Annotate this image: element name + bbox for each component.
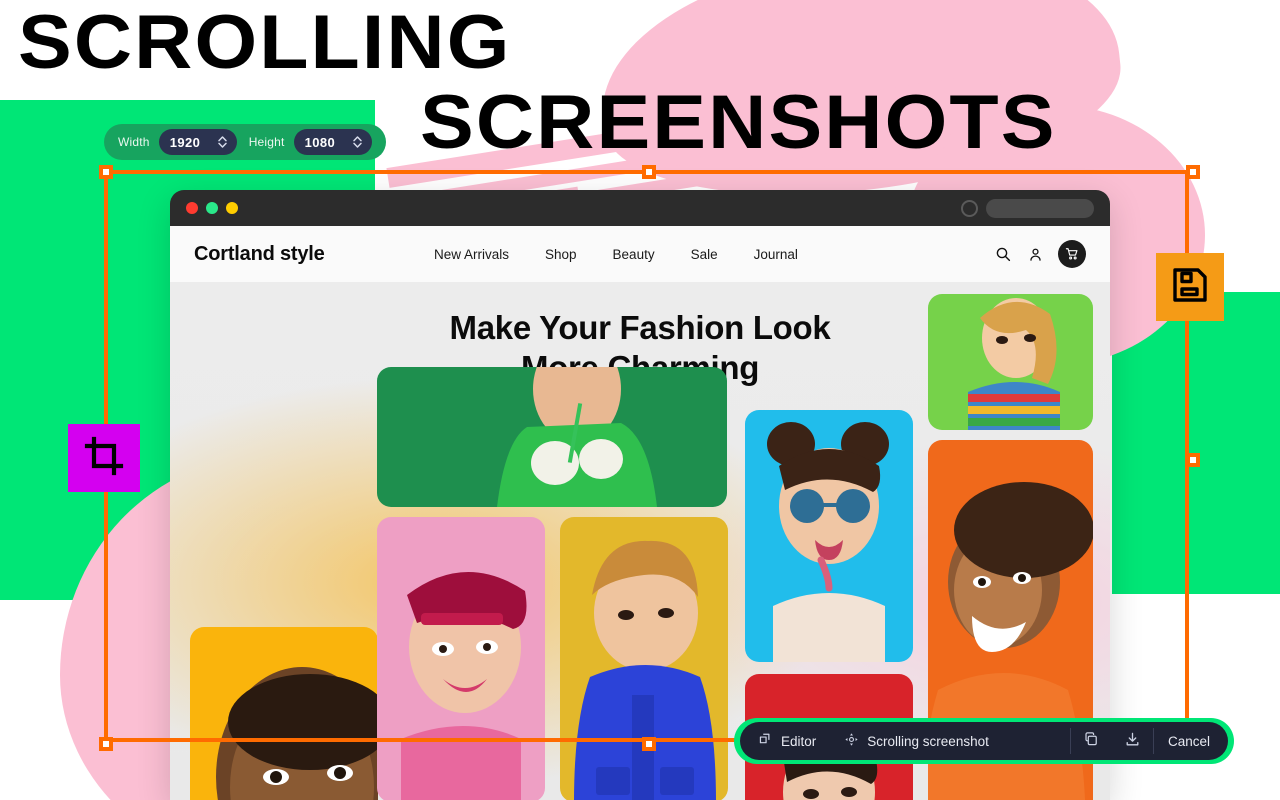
window-minimize-button[interactable]: [206, 202, 218, 214]
download-button[interactable]: [1112, 722, 1153, 760]
site-navbar: Cortland style New Arrivals Shop Beauty …: [170, 226, 1110, 282]
editor-shapes-icon: [758, 732, 773, 750]
crop-icon: [84, 436, 124, 481]
tile-portrait-man-yellow[interactable]: [190, 627, 378, 800]
height-control-group: Height 1080: [249, 129, 372, 155]
copy-button[interactable]: [1071, 722, 1112, 760]
stepper-up-down-icon[interactable]: [217, 135, 228, 149]
nav-link-sale[interactable]: Sale: [691, 247, 718, 262]
scroll-capture-icon: [844, 732, 859, 750]
tile-portrait-woman-cyan[interactable]: [745, 410, 913, 662]
window-maximize-button[interactable]: [226, 202, 238, 214]
editor-label: Editor: [781, 733, 817, 749]
user-icon[interactable]: [1026, 245, 1044, 263]
width-input[interactable]: 1920: [158, 129, 237, 155]
browser-chrome-right: [961, 198, 1094, 218]
browser-title-bar: [170, 190, 1110, 226]
screenshot-canvas: SCROLLING SCREENSHOTS Cortland style New…: [0, 0, 1280, 800]
download-icon: [1124, 731, 1141, 751]
cancel-button[interactable]: Cancel: [1154, 722, 1224, 760]
scrolling-screenshot-label: Scrolling screenshot: [867, 733, 989, 749]
site-brand: Cortland style: [194, 242, 325, 265]
browser-window-mockup: Cortland style New Arrivals Shop Beauty …: [170, 190, 1110, 800]
site-nav-links: New Arrivals Shop Beauty Sale Journal: [434, 247, 994, 262]
height-value: 1080: [304, 134, 336, 150]
tile-portrait-woman-pink[interactable]: [377, 517, 545, 800]
save-tool-badge[interactable]: [1156, 253, 1224, 321]
search-icon[interactable]: [994, 245, 1012, 263]
capture-toolbar-container: Editor Scrolling screenshot Cancel: [734, 718, 1234, 764]
tile-portrait-woman-lightgreen[interactable]: [928, 294, 1093, 430]
stepper-up-down-icon[interactable]: [352, 135, 363, 149]
floppy-save-icon: [1171, 266, 1209, 309]
site-nav-actions: [994, 240, 1086, 268]
nav-link-beauty[interactable]: Beauty: [613, 247, 655, 262]
width-value: 1920: [169, 134, 201, 150]
capture-toolbar: Editor Scrolling screenshot Cancel: [740, 722, 1228, 760]
cancel-label: Cancel: [1167, 733, 1210, 749]
height-label: Height: [248, 135, 285, 149]
tile-portrait-man-gold[interactable]: [560, 517, 728, 800]
nav-link-shop[interactable]: Shop: [545, 247, 577, 262]
window-close-button[interactable]: [186, 202, 198, 214]
headline-line-1: SCROLLING: [18, 0, 512, 85]
width-label: Width: [118, 135, 150, 149]
cart-icon[interactable]: [1058, 240, 1086, 268]
copy-icon: [1083, 731, 1100, 751]
height-input[interactable]: 1080: [293, 129, 372, 155]
nav-link-new-arrivals[interactable]: New Arrivals: [434, 247, 509, 262]
width-control-group: Width 1920: [118, 129, 237, 155]
scrolling-screenshot-button[interactable]: Scrolling screenshot: [830, 722, 1003, 760]
address-bar[interactable]: [986, 198, 1094, 218]
tile-portrait-woman-green[interactable]: [377, 367, 727, 507]
editor-button[interactable]: Editor: [744, 722, 830, 760]
nav-link-journal[interactable]: Journal: [754, 247, 798, 262]
crop-tool-badge[interactable]: [68, 424, 140, 492]
reload-icon[interactable]: [961, 199, 978, 217]
size-controls-bar: Width 1920 Height 1080: [104, 124, 386, 160]
window-traffic-lights: [186, 202, 238, 214]
